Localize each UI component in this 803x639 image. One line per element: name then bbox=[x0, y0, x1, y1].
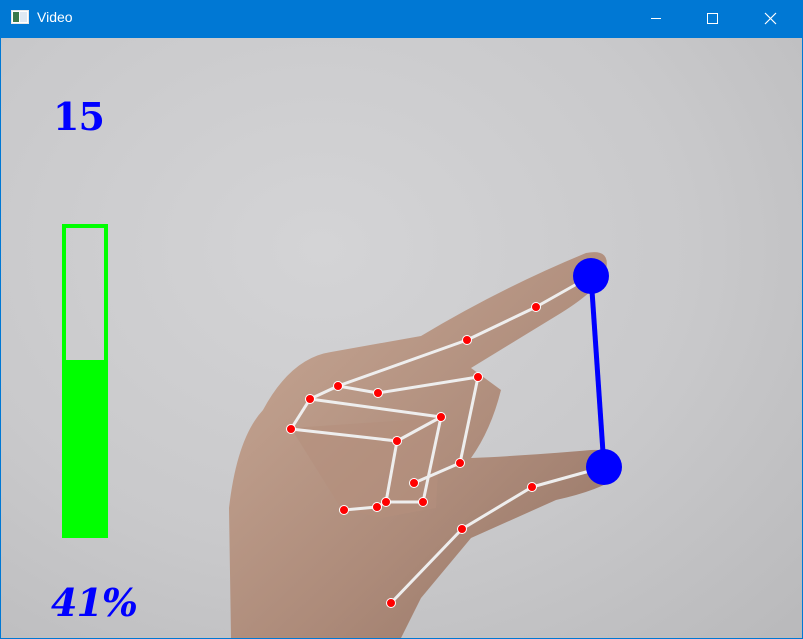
maximize-button[interactable] bbox=[689, 0, 735, 37]
landmark-connection bbox=[377, 375, 479, 395]
landmark-point bbox=[392, 436, 402, 446]
landmark-point bbox=[457, 524, 467, 534]
landmark-point bbox=[527, 482, 537, 492]
thumb-tip-marker bbox=[586, 449, 622, 485]
landmark-point bbox=[373, 388, 383, 398]
landmark-connection bbox=[309, 397, 442, 419]
landmark-point bbox=[286, 424, 296, 434]
landmark-connection bbox=[461, 485, 533, 531]
landmark-point bbox=[409, 478, 419, 488]
close-icon bbox=[764, 12, 777, 25]
landmark-connection bbox=[337, 384, 379, 395]
landmark-connection bbox=[413, 461, 461, 485]
video-frame: 15 41% bbox=[1, 38, 802, 638]
landmark-point bbox=[381, 497, 391, 507]
landmark-point bbox=[531, 302, 541, 312]
landmark-connection bbox=[458, 376, 480, 464]
maximize-icon bbox=[707, 13, 718, 24]
close-button[interactable] bbox=[748, 0, 794, 37]
landmark-connection bbox=[396, 415, 442, 443]
landmark-point bbox=[386, 598, 396, 608]
landmark-connection bbox=[466, 305, 537, 342]
landmark-point bbox=[462, 335, 472, 345]
title-bar[interactable]: Video bbox=[0, 0, 803, 37]
landmark-point bbox=[339, 505, 349, 515]
fingertip-distance-line bbox=[588, 275, 607, 468]
landmark-connection bbox=[389, 527, 464, 605]
window-title: Video bbox=[37, 9, 73, 25]
landmark-point bbox=[305, 394, 315, 404]
landmark-point bbox=[455, 458, 465, 468]
landmark-point bbox=[372, 502, 382, 512]
landmark-point bbox=[436, 412, 446, 422]
landmark-connection bbox=[421, 416, 443, 503]
minimize-button[interactable] bbox=[633, 0, 679, 37]
landmark-connection bbox=[384, 440, 399, 503]
video-window-icon bbox=[11, 10, 29, 24]
index-fingertip-marker bbox=[573, 258, 609, 294]
hand-landmarks bbox=[286, 258, 622, 608]
landmark-connection bbox=[337, 338, 468, 388]
landmark-point bbox=[473, 372, 483, 382]
landmark-point bbox=[418, 497, 428, 507]
app-window: Video 15 41% bbox=[0, 0, 803, 639]
landmark-connection bbox=[289, 398, 312, 430]
minimize-icon bbox=[651, 18, 661, 19]
landmark-connection bbox=[290, 427, 398, 443]
landmark-point bbox=[333, 381, 343, 391]
